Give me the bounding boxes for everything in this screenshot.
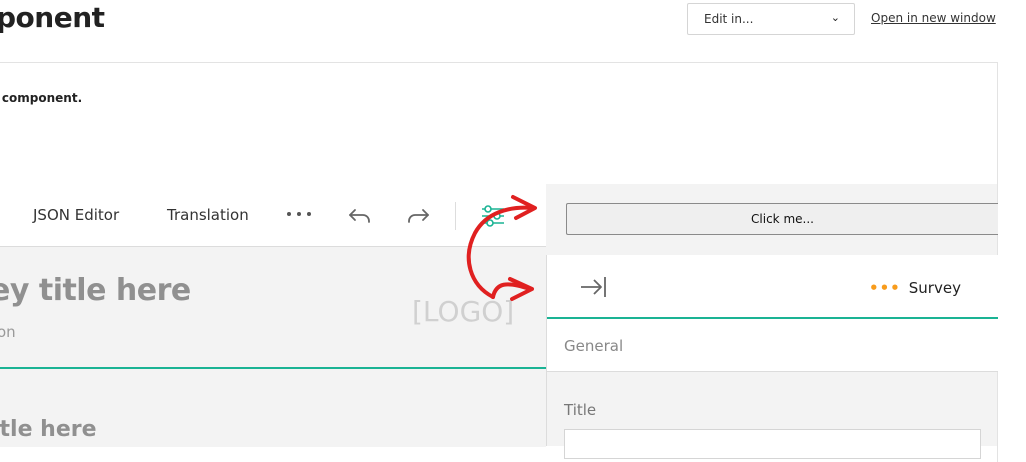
page-title-text[interactable]: itle here [0, 417, 97, 442]
intro-text: t component. [0, 91, 83, 105]
survey-tab-label: Survey [908, 279, 961, 297]
edit-in-select-value: Edit in... [704, 12, 754, 26]
survey-title[interactable]: ey title here [0, 273, 191, 308]
settings-sliders-icon[interactable] [480, 202, 508, 230]
property-grid-header: ••• Survey [547, 255, 998, 317]
creator-toolbar: JSON Editor Translation [0, 184, 546, 247]
click-me-button[interactable]: Click me... [566, 203, 998, 235]
section-general-label: General [564, 337, 624, 355]
title-separator [0, 367, 546, 369]
custom-button-area: Click me... [546, 184, 998, 255]
collapse-panel-icon[interactable] [579, 276, 607, 298]
tab-translation[interactable]: Translation [167, 206, 249, 224]
tab-survey[interactable]: ••• Survey [869, 279, 961, 297]
more-dots-icon: ••• [869, 279, 901, 297]
toolbar-divider [455, 202, 456, 230]
chevron-down-icon: ⌄ [830, 11, 840, 24]
page-title: ponent [0, 1, 105, 34]
section-general[interactable]: General [547, 319, 998, 372]
title-input[interactable] [564, 429, 981, 459]
open-in-new-window-link[interactable]: Open in new window [871, 11, 996, 25]
more-dots-icon[interactable] [287, 212, 315, 218]
edit-in-select[interactable]: Edit in... ⌄ [687, 3, 855, 35]
survey-description[interactable]: on [0, 323, 16, 341]
logo-placeholder[interactable]: [LOGO] [412, 295, 514, 328]
design-surface: ey title here on [LOGO] itle here [0, 247, 546, 447]
tab-json-editor[interactable]: JSON Editor [33, 206, 119, 224]
title-field-label: Title [564, 401, 597, 419]
property-grid-panel: ••• Survey General Title [546, 255, 998, 459]
undo-icon[interactable] [346, 202, 374, 230]
redo-icon[interactable] [404, 202, 432, 230]
